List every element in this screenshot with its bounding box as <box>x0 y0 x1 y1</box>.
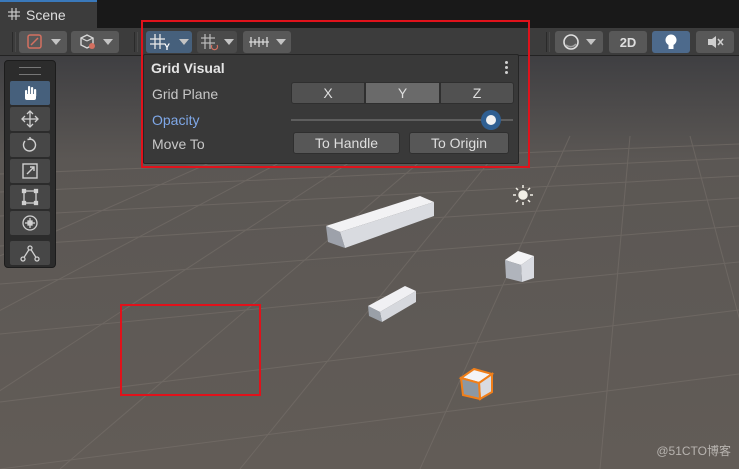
rotate-icon <box>22 137 37 152</box>
speaker-muted-icon <box>708 36 724 48</box>
highlight-box-grid-area <box>120 304 261 396</box>
transform-tool[interactable] <box>10 211 50 235</box>
chevron-down-icon <box>51 39 61 45</box>
chevron-down-icon <box>586 39 596 45</box>
hand-tool[interactable] <box>10 81 50 105</box>
draw-mode-dropdown[interactable] <box>71 31 119 53</box>
2d-label: 2D <box>619 34 637 50</box>
move-tool[interactable] <box>10 107 50 131</box>
move-arrows-icon <box>21 110 39 128</box>
directional-light-icon <box>513 185 533 205</box>
rotate-tool[interactable] <box>10 133 50 157</box>
highlight-box-grid-visual <box>141 20 530 168</box>
audio-toggle[interactable] <box>696 31 734 53</box>
cube-icon <box>80 34 95 49</box>
scene-tab[interactable]: Scene <box>0 0 97 28</box>
chevron-down-icon <box>103 39 113 45</box>
custom-tool[interactable] <box>10 241 50 265</box>
lighting-toggle[interactable] <box>652 31 690 53</box>
drag-handle[interactable] <box>19 67 41 75</box>
2d-toggle[interactable]: 2D <box>609 31 647 53</box>
scale-tool[interactable] <box>10 159 50 183</box>
rect-transform-icon <box>21 188 39 206</box>
transform-icon <box>22 215 38 231</box>
tools-palette <box>4 60 56 268</box>
gizmo-dropdown[interactable] <box>19 31 67 53</box>
render-mode-button[interactable] <box>555 31 603 53</box>
grid-icon <box>8 7 20 23</box>
custom-editor-tool-icon <box>20 245 40 262</box>
watermark: @51CTO博客 <box>656 444 731 458</box>
shading-sphere-icon <box>563 34 579 50</box>
scale-icon <box>22 163 38 179</box>
gizmo-icon <box>27 34 42 49</box>
scene-tab-label: Scene <box>26 7 66 23</box>
hand-icon <box>25 86 37 100</box>
rect-tool[interactable] <box>10 185 50 209</box>
light-bulb-icon <box>665 34 677 49</box>
